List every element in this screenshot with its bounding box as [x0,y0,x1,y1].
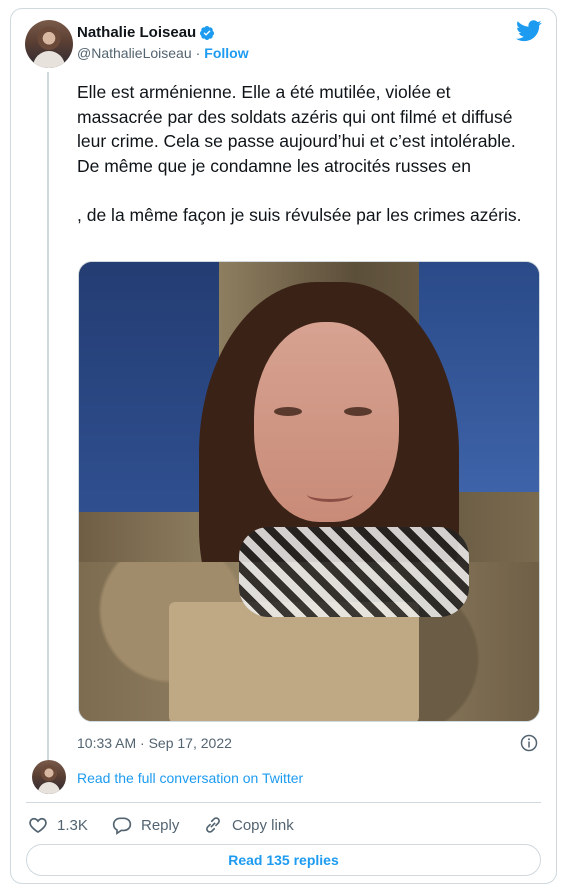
handle-separator: · [195,45,201,61]
tweet-paragraph-1: Elle est arménienne. Elle a été mutilée,… [77,82,516,151]
heart-icon [29,817,47,834]
photo-vest [169,602,419,721]
reply-bubble-icon [112,817,132,835]
tweet-text: Elle est arménienne. Elle a été mutilée,… [77,80,527,227]
actions-divider [26,802,541,803]
tweet-paragraph-2-end: , de la même façon je suis révulsée par … [77,204,522,225]
photo-background-left [79,262,219,512]
like-count: 1.3K [57,816,88,834]
like-button[interactable]: 1.3K [28,815,88,835]
author-handle[interactable]: @NathalieLoiseau [77,45,192,61]
photo-mouth [307,487,353,502]
read-replies-button[interactable]: Read 135 replies [26,844,541,876]
author-avatar[interactable] [25,20,73,68]
tweet-photo[interactable] [78,261,540,722]
read-conversation-link[interactable]: Read the full conversation on Twitter [77,770,303,786]
photo-eye-right [344,407,372,416]
thread-line [47,72,49,764]
reply-button[interactable]: Reply [112,815,179,835]
conversation-avatar[interactable] [32,760,66,794]
author-handle-row: @NathalieLoiseau · Follow [77,45,249,61]
follow-button[interactable]: Follow [204,45,248,61]
tweet-paragraph-2-start: De même que je condamne les atrocités ru… [77,155,471,176]
avatar-figure [38,782,60,794]
ukraine-flag-icon [77,181,102,198]
author-name[interactable]: Nathalie Loiseau [77,24,196,41]
copy-link-label: Copy link [232,816,294,834]
link-icon [206,817,220,833]
photo-eye-left [274,407,302,416]
tweet-paragraph-2: De même que je condamne les atrocités ru… [77,154,527,203]
avatar-figure [33,51,65,68]
reply-label: Reply [141,816,180,834]
verified-badge-icon [199,26,214,40]
twitter-bird-icon[interactable] [516,20,542,42]
info-icon[interactable] [520,734,538,752]
photo-scarf [239,527,469,617]
tweet-timestamp[interactable]: 10:33 AM · Sep 17, 2022 [77,735,232,751]
copy-link-button[interactable]: Copy link [203,815,294,835]
